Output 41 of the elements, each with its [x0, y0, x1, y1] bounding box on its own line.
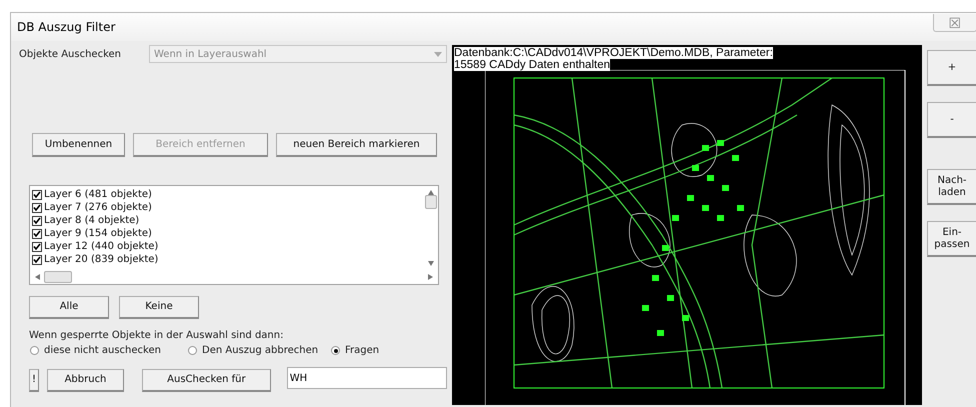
area-button[interactable]: neuen Bereich markieren	[276, 133, 437, 157]
exclamation-button[interactable]: !	[29, 369, 39, 392]
scroll-right-icon[interactable]	[428, 274, 434, 280]
checkout-label: Objekte Auschecken	[19, 48, 122, 60]
radio-label[interactable]: Fragen	[345, 345, 380, 356]
scroll-thumb[interactable]	[425, 195, 437, 209]
side-button[interactable]: +	[927, 50, 976, 86]
layer-label[interactable]: Layer 12 (440 objekte)	[44, 241, 158, 252]
user-field[interactable]: WH	[286, 367, 447, 389]
layer-label[interactable]: Layer 6 (481 objekte)	[44, 189, 152, 200]
radio-label[interactable]: diese nicht auschecken	[44, 345, 161, 356]
layer-label[interactable]: Layer 9 (154 objekte)	[44, 228, 152, 239]
layer-checkbox[interactable]	[32, 202, 42, 212]
layer-checkbox[interactable]	[32, 216, 42, 226]
cancel-button[interactable]: Abbruch	[46, 369, 124, 392]
layer-label[interactable]: Layer 20 (839 objekte)	[44, 254, 158, 265]
caret-icon	[434, 52, 442, 56]
list-button[interactable]: Alle	[29, 296, 109, 319]
scroll-thumb[interactable]	[44, 271, 72, 283]
checkout-button[interactable]: AusChecken für	[142, 369, 271, 392]
locked-question: Wenn gesperrte Objekte in der Auswahl sind dann:	[29, 330, 284, 341]
radio-button[interactable]	[188, 346, 197, 355]
side-button[interactable]: Nach- laden	[927, 169, 976, 205]
area-button[interactable]: Umbenennen	[32, 133, 125, 157]
layer-label[interactable]: Layer 8 (4 objekte)	[44, 215, 140, 226]
radio-label[interactable]: Den Auszug abbrechen	[202, 345, 318, 356]
layer-checkbox[interactable]	[32, 190, 42, 200]
side-button[interactable]: Ein- passen	[927, 221, 976, 257]
window-title: DB Auszug Filter	[17, 20, 116, 34]
scroll-down-icon[interactable]	[428, 261, 434, 267]
list-button[interactable]: Keine	[119, 296, 199, 319]
side-button[interactable]: -	[927, 102, 976, 138]
radio-button[interactable]	[30, 346, 39, 355]
scroll-left-icon[interactable]	[34, 274, 40, 280]
layer-checkbox[interactable]	[32, 242, 42, 252]
database-info-text: Datenbank:C:\CADdv014\VPROJEKT\Demo.MDB, Parameter:	[454, 47, 773, 59]
layer-checkbox[interactable]	[32, 254, 42, 264]
layer-checkbox[interactable]	[32, 228, 42, 238]
database-info-text: 15589 CADdy Daten enthalten	[454, 59, 610, 71]
radio-button[interactable]	[331, 346, 340, 355]
layer-label[interactable]: Layer 7 (276 objekte)	[44, 202, 152, 213]
